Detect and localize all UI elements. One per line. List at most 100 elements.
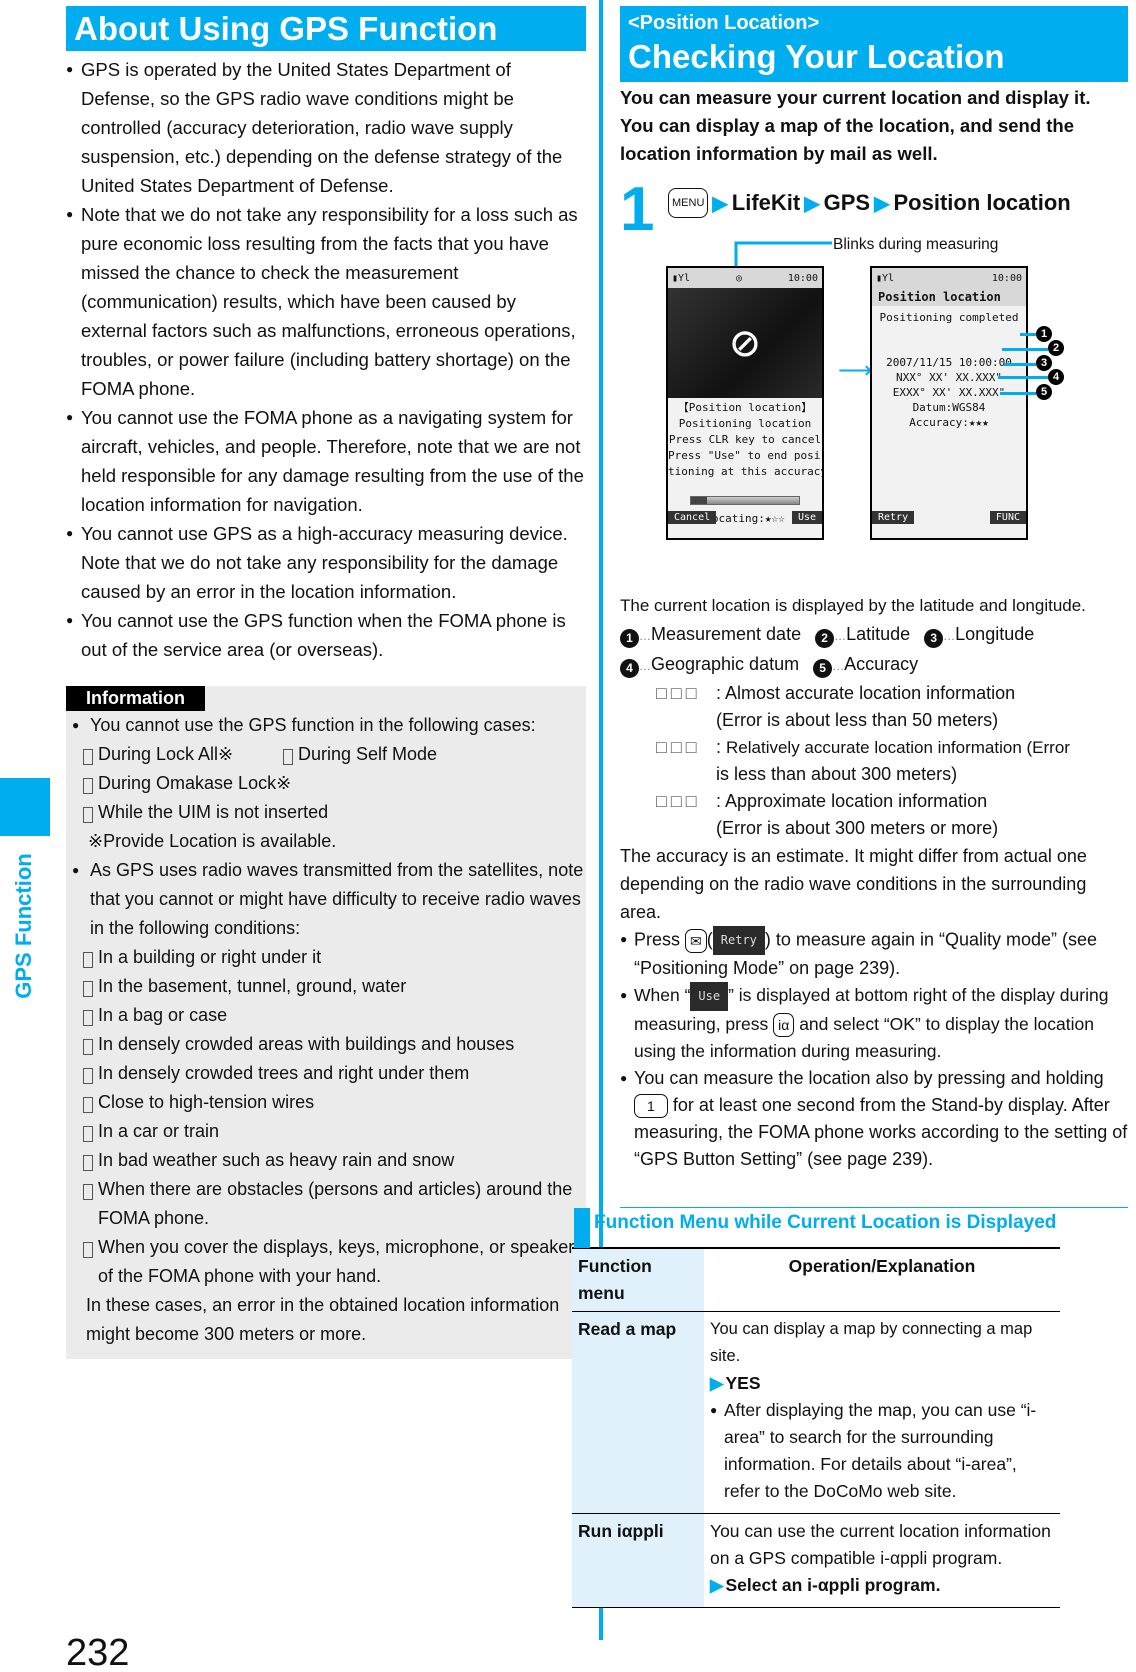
step-1: 1 MENU ▶ LifeKit ▶ GPS ▶ Position locati… [620,178,1128,242]
header-marker [574,1208,590,1248]
signal-icon: ▮Yl [672,272,691,284]
marker-3: 3 [1036,355,1052,371]
legend-label: Geographic datum [651,654,800,674]
phone-screen-result: ▮Yl 10:00 Position location Positioning … [870,266,1028,540]
footnote: ※Provide Location is available. [88,831,337,851]
retry-chip: Retry [712,926,765,955]
condition-item: In bad weather such as heavy rain and sn… [66,1146,586,1175]
table-header-row: Function menu Operation/Explanation [572,1247,1060,1312]
condition-item: In a building or right under it [66,943,586,972]
satellite-dish-icon: ⊘ [668,288,822,398]
retry-softkey[interactable]: Retry [872,511,915,524]
number-badge: 5 [813,659,833,678]
marker-line [1002,348,1048,351]
number-badge: 3 [924,629,944,648]
section-tab-text: GPS Function [11,853,36,999]
column-header: Operation/Explanation [704,1247,1060,1312]
legend-item: 2 …Latitude [815,620,910,650]
callout-label: Blinks during measuring [833,236,999,253]
gps-icon: ◎ [735,272,742,284]
status-bar: ▮Yl ◎ 10:00 [668,268,822,288]
marker-2: 2 [1048,340,1064,356]
accuracy-note: The accuracy is an estimate. It might di… [620,846,1087,922]
progress-fill [691,497,708,504]
case-item: While the UIM is not inserted [66,798,586,827]
condition-item: In densely crowded areas with buildings … [66,1030,586,1059]
screen-title: Position location [872,288,1026,306]
marker-line [998,376,1048,379]
star-rating-icon: □□□ [656,737,701,757]
condition-item: Close to high-tension wires [66,1088,586,1117]
right-column: <Position Location> Checking Your Locati… [572,6,1128,1608]
note-text: Press [634,929,681,950]
accuracy-desc: Relatively accurate location information… [726,738,1070,757]
section-title: Checking Your Location [628,38,1005,75]
softkeys: Retry FUNC [872,511,1026,524]
legend-label: Latitude [846,624,911,644]
note-text: for at least one second from the Stand-b… [634,1095,1128,1169]
column-header: Function menu [572,1247,704,1312]
information-tag: Information [66,686,205,711]
section-tab-marker [0,778,50,836]
arrow-right-icon: ⟶ [838,357,873,384]
result-body: Positioning completed 2007/11/15 10:00:0… [872,310,1026,430]
signal-icon: ▮Yl [876,272,895,284]
accuracy-detail: is less than about 300 meters) [716,764,958,784]
accuracy-level: □□□: Approximate location information (E… [620,788,1128,842]
case-row: During Lock All※ During Self Mode [66,740,586,769]
accuracy-level: □□□: Relatively accurate location inform… [620,734,1128,788]
section-subtitle: <Position Location> [628,12,820,34]
use-softkey[interactable]: Use [791,511,822,524]
page-number: 232 [66,1632,130,1672]
condition-item: In a car or train [66,1117,586,1146]
condition-item: In a bag or case [66,1001,586,1030]
marker-line [1000,392,1036,395]
screen-line: Press "Use" to end posi- [668,449,824,462]
condition-item: When you cover the displays, keys, micro… [66,1233,586,1291]
use-note: When “Use” is displayed at bottom right … [620,982,1128,1065]
softkeys: Cancel Use [668,511,822,524]
table-row: Read a map You can display a map by conn… [572,1311,1060,1514]
notice-item: GPS is operated by the United States Dep… [66,55,586,200]
condition-item: In the basement, tunnel, ground, water [66,972,586,1001]
measuring-text: 【Position location】 Positioning location… [668,398,822,480]
cancel-softkey[interactable]: Cancel [668,511,717,524]
marker-5: 5 [1036,384,1052,400]
note-text: When “ [634,985,691,1006]
intro-text: You can measure your current location an… [620,87,1091,164]
notice-item: Note that we do not take any responsibil… [66,200,586,403]
hold-note: You can measure the location also by pre… [620,1065,1128,1173]
accuracy-level: □□□: Almost accurate location informatio… [620,680,1128,734]
screen-line: Positioning location [678,417,812,430]
arrow-right-icon: ▶ [712,192,728,215]
path-item: Position location [893,190,1071,215]
menu-explanation: You can use the current location informa… [704,1513,1060,1608]
section-tab-label: GPS Function [0,836,50,1016]
number-badge: 2 [815,629,835,648]
star-rating-icon: □□□ [656,791,701,811]
number-badge: 1 [620,629,639,648]
explanation-text: You can use the current location informa… [710,1521,1051,1568]
datum: Datum:WGS84 [912,401,986,414]
action-text: YES [710,1370,1056,1397]
use-chip: Use [690,982,729,1011]
condition-item: In densely crowded trees and right under… [66,1059,586,1088]
function-menu-table: Function menu Operation/Explanation Read… [572,1247,1060,1608]
menu-name: Read a map [572,1311,704,1514]
mail-key-icon: ✉ [685,928,707,953]
path-item: GPS [823,190,871,215]
arrow-right-icon: ▶ [874,192,890,215]
notice-item: You cannot use the GPS function when the… [66,606,586,664]
func-softkey[interactable]: FUNC [989,511,1026,524]
marker-line [1020,333,1036,336]
legend-label: Longitude [955,624,1035,644]
explanation-text: You can display a map by connecting a ma… [710,1320,1033,1365]
notice-item: You cannot use GPS as a high-accuracy me… [66,519,586,606]
i-appli-key-icon: iα [773,1013,795,1038]
menu-explanation: You can display a map by connecting a ma… [704,1311,1060,1514]
section-header: <Position Location> Checking Your Locati… [620,6,1128,82]
notice-list: GPS is operated by the United States Dep… [66,55,586,664]
info-closing: In these cases, an error in the obtained… [86,1295,560,1344]
legend-label: Measurement date [651,624,802,644]
case-item: During Self Mode [266,740,466,769]
